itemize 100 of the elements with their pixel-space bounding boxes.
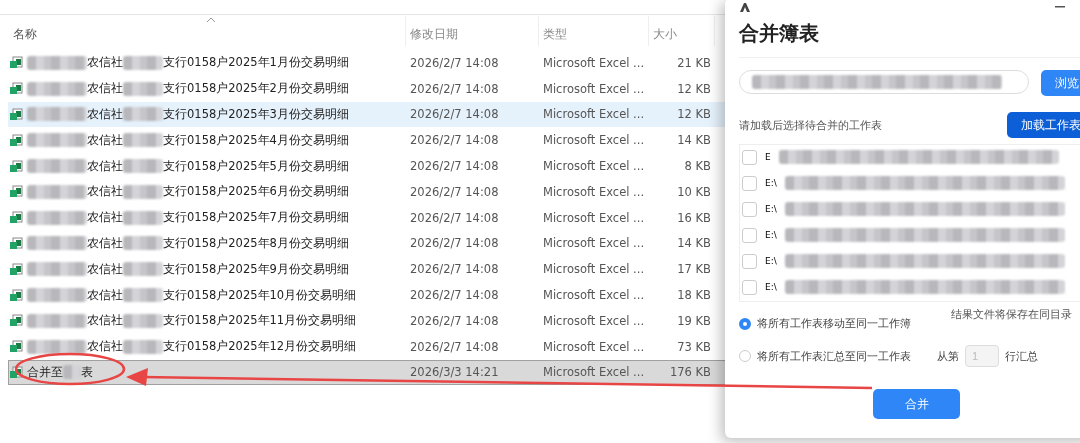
file-size: 12 KB [676, 107, 712, 122]
redaction-blur [123, 107, 163, 122]
file-row[interactable]: 农信社 支行0158户2025年9月份交易明细 2026/2/7 14:08 Microsoft Excel ... 17 KB [8, 256, 728, 283]
checkbox[interactable] [742, 227, 757, 243]
file-size: 12 KB [676, 81, 712, 96]
file-row[interactable]: 农信社 支行0158户2025年12月份交易明细 2026/2/7 14:08 Microsoft Excel ... 73 KB [8, 333, 728, 360]
file-row[interactable]: 农信社 支行0158户2025年6月份交易明细 2026/2/7 14:08 Microsoft Excel ... 10 KB [8, 179, 728, 205]
modified-date: 2026/2/7 14:08 [409, 184, 500, 199]
sheet-path: E [765, 152, 771, 162]
excel-file-icon [9, 314, 23, 328]
file-type: Microsoft Excel ... [542, 365, 646, 380]
excel-file-icon [9, 211, 23, 225]
file-row[interactable]: 农信社 支行0158户2025年5月份交易明细 2026/2/7 14:08 Microsoft Excel ... 8 KB [8, 153, 728, 179]
radio-button[interactable] [739, 317, 751, 330]
dialog-title: 合并簿表 [739, 16, 1080, 58]
file-type: Microsoft Excel ... [542, 288, 646, 303]
file-type: Microsoft Excel ... [542, 313, 646, 328]
mode-label: 将所有工作表移动至同一工作簿 [757, 316, 911, 331]
merge-button[interactable]: 合并 [873, 389, 960, 419]
file-size: 73 KB [676, 339, 712, 354]
file-name: 支行0158户2025年7月份交易明细 [163, 210, 349, 226]
file-row[interactable]: 农信社 支行0158户2025年11月份交易明细 2026/2/7 14:08 Microsoft Excel ... 19 KB [8, 307, 728, 334]
file-name: 支行0158户2025年4月份交易明细 [163, 132, 349, 148]
redaction-blur [27, 81, 87, 96]
file-name: 支行0158户2025年1月份交易明细 [163, 55, 349, 71]
excel-file-icon [9, 185, 23, 199]
sort-caret-icon [206, 17, 216, 23]
file-type: Microsoft Excel ... [542, 133, 646, 148]
file-size: 19 KB [676, 313, 712, 328]
redaction-blur [27, 288, 87, 303]
file-name: 支行0158户2025年3月份交易明细 [163, 107, 349, 122]
file-row[interactable]: 农信社 支行0158户2025年4月份交易明细 2026/2/7 14:08 Microsoft Excel ... 14 KB [8, 127, 728, 154]
file-size: 21 KB [676, 55, 712, 70]
file-name: 农信社 [87, 107, 123, 122]
redaction-blur [27, 262, 87, 277]
file-type: Microsoft Excel ... [542, 184, 646, 199]
redaction-blur [123, 288, 163, 303]
radio-button[interactable] [739, 350, 751, 362]
sheet-path: E:\ [765, 178, 777, 188]
file-type: Microsoft Excel ... [542, 55, 646, 70]
modified-date: 2026/2/7 14:08 [409, 236, 500, 251]
excel-file-icon [9, 288, 23, 302]
redaction-blur [123, 313, 163, 328]
redaction-blur [27, 236, 87, 251]
file-name: 支行0158户2025年5月份交易明细 [163, 158, 349, 174]
file-type: Microsoft Excel ... [542, 159, 646, 174]
file-size: 16 KB [676, 210, 712, 225]
modified-date: 2026/2/7 14:08 [409, 133, 500, 148]
file-name: 农信社 [87, 132, 123, 148]
file-size: 8 KB [683, 159, 712, 174]
file-row[interactable]: 农信社 支行0158户2025年8月份交易明细 2026/2/7 14:08 Microsoft Excel ... 14 KB [8, 230, 728, 257]
file-name: 农信社 [87, 261, 123, 277]
excel-file-icon [9, 236, 23, 250]
file-name: 支行0158户2025年8月份交易明细 [163, 235, 349, 251]
modified-date: 2026/2/7 14:08 [409, 210, 500, 225]
file-name: 支行0158户2025年10月份交易明细 [163, 287, 357, 303]
file-row[interactable]: 农信社 支行0158户2025年7月份交易明细 2026/2/7 14:08 Microsoft Excel ... 16 KB [8, 204, 728, 231]
checkbox[interactable] [742, 201, 757, 217]
minimize-icon[interactable] [1055, 6, 1065, 8]
checkbox[interactable] [742, 175, 757, 191]
file-name: 表 [81, 364, 93, 380]
sheet-path: E:\ [765, 204, 777, 214]
browse-button[interactable]: 浏览 [1041, 70, 1080, 96]
redaction-blur [27, 133, 87, 148]
file-size: 14 KB [676, 236, 712, 251]
file-row[interactable]: 农信社 支行0158户2025年1月份交易明细 2026/2/7 14:08 Microsoft Excel ... 21 KB [8, 50, 728, 76]
column-header[interactable]: 类型 [539, 16, 649, 46]
checkbox[interactable] [742, 149, 757, 165]
checkbox[interactable] [742, 253, 757, 269]
modified-date: 2026/2/7 14:08 [409, 262, 500, 277]
file-name: 农信社 [87, 81, 123, 97]
load-sheets-button[interactable]: 加载工作表 [1007, 112, 1080, 138]
file-size: 17 KB [676, 262, 712, 277]
checkbox[interactable] [742, 279, 757, 295]
column-header[interactable]: 修改日期 [406, 16, 539, 46]
redaction-blur [123, 236, 163, 251]
redaction-blur [27, 339, 87, 354]
file-name: 农信社 [87, 210, 123, 226]
file-row[interactable]: 农信社 支行0158户2025年2月份交易明细 2026/2/7 14:08 Microsoft Excel ... 12 KB [8, 75, 728, 102]
sheet-path: E:\ [765, 282, 777, 292]
redaction-blur [123, 55, 163, 70]
redaction-blur [27, 210, 87, 225]
excel-file-icon [9, 159, 23, 173]
redaction-blur [123, 159, 163, 174]
column-header[interactable]: 名称 [9, 16, 406, 46]
file-name: 农信社 [87, 184, 123, 200]
modified-date: 2026/2/7 14:08 [409, 159, 500, 174]
column-header[interactable]: 大小 [649, 16, 715, 46]
file-row[interactable]: 合并至 表 2026/3/3 14:21 Microsoft Excel ... 176 KB [8, 359, 728, 386]
excel-file-icon [9, 365, 23, 379]
file-row[interactable]: 农信社 支行0158户2025年3月份交易明细 2026/2/7 14:08 Microsoft Excel ... 12 KB [8, 101, 728, 128]
file-name: 支行0158户2025年12月份交易明细 [163, 339, 357, 355]
file-name: 农信社 [87, 339, 123, 355]
file-name: 农信社 [87, 158, 123, 174]
modified-date: 2026/3/3 14:21 [409, 365, 500, 380]
to-label: 行汇总 [1005, 348, 1038, 364]
redaction-blur [27, 107, 87, 122]
modified-date: 2026/2/7 14:08 [409, 81, 500, 96]
file-row[interactable]: 农信社 支行0158户2025年10月份交易明细 2026/2/7 14:08 Microsoft Excel ... 18 KB [8, 282, 728, 308]
excel-file-icon [9, 82, 23, 96]
